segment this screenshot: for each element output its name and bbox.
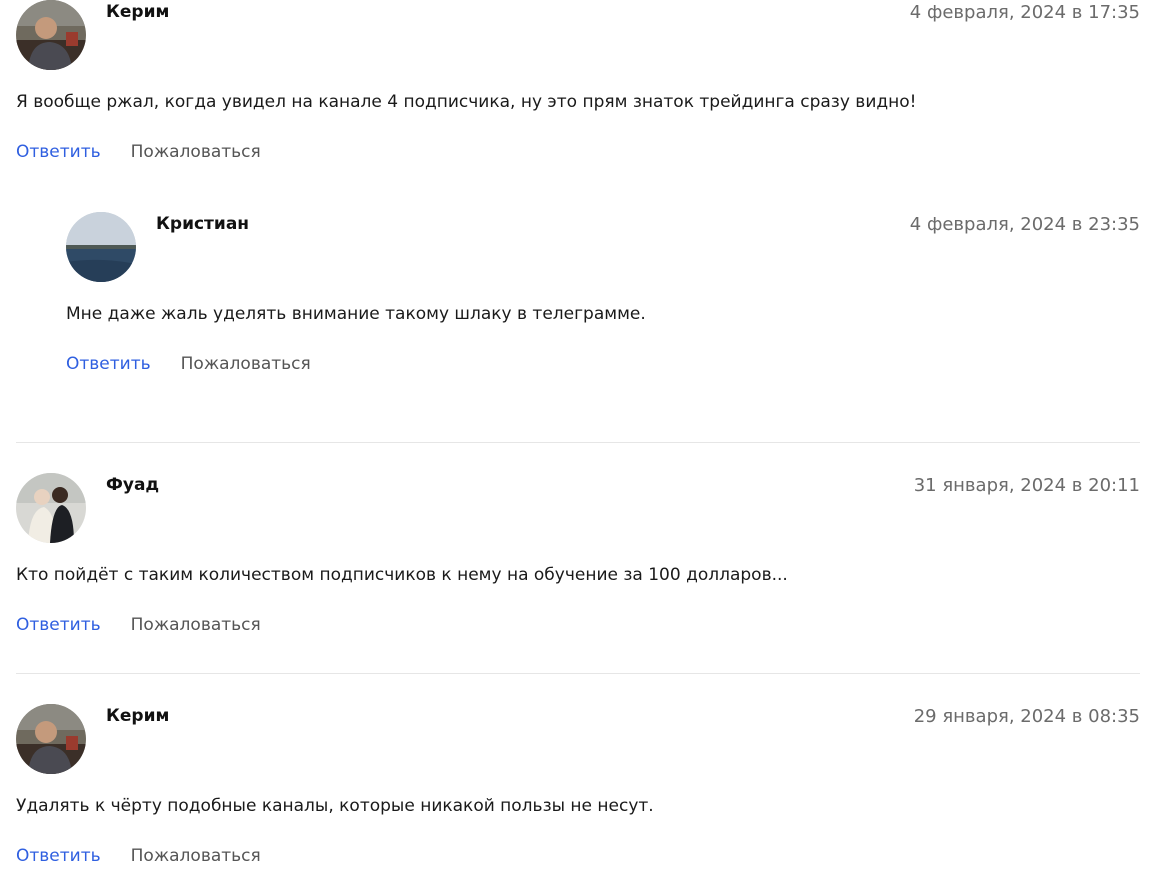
reply-button[interactable]: Ответить [16, 846, 101, 866]
comment-actions: Ответить Пожаловаться [16, 846, 261, 866]
reply-button[interactable]: Ответить [16, 142, 101, 162]
comment-text: Я вообще ржал, когда увидел на канале 4 … [16, 92, 917, 112]
comment-date: 4 февраля, 2024 в 23:35 [909, 214, 1140, 235]
avatar[interactable] [16, 0, 86, 70]
comment-author[interactable]: Керим [106, 706, 169, 726]
person-boat-avatar-icon [16, 704, 86, 774]
comment-author[interactable]: Кристиан [156, 214, 249, 234]
comment-divider [16, 673, 1140, 674]
comment-text: Мне даже жаль уделять внимание такому шл… [66, 304, 646, 324]
comment-date: 29 января, 2024 в 08:35 [913, 706, 1140, 727]
report-button[interactable]: Пожаловаться [131, 142, 261, 162]
report-button[interactable]: Пожаловаться [181, 354, 311, 374]
comment-actions: Ответить Пожаловаться [66, 354, 311, 374]
avatar[interactable] [16, 473, 86, 543]
couple-avatar-icon [16, 473, 86, 543]
comment-text: Кто пойдёт с таким количеством подписчик… [16, 565, 788, 585]
comment-date: 31 января, 2024 в 20:11 [913, 475, 1140, 496]
person-boat-avatar-icon [16, 0, 86, 70]
comment-author[interactable]: Фуад [106, 475, 159, 495]
report-button[interactable]: Пожаловаться [131, 846, 261, 866]
reply-button[interactable]: Ответить [16, 615, 101, 635]
report-button[interactable]: Пожаловаться [131, 615, 261, 635]
avatar[interactable] [16, 704, 86, 774]
comment-author[interactable]: Керим [106, 2, 169, 22]
reply-button[interactable]: Ответить [66, 354, 151, 374]
avatar[interactable] [66, 212, 136, 282]
comment-actions: Ответить Пожаловаться [16, 142, 261, 162]
comment-actions: Ответить Пожаловаться [16, 615, 261, 635]
comment-divider [16, 442, 1140, 443]
comment-date: 4 февраля, 2024 в 17:35 [909, 2, 1140, 23]
lake-avatar-icon [66, 212, 136, 282]
comment-text: Удалять к чёрту подобные каналы, которые… [16, 796, 654, 816]
